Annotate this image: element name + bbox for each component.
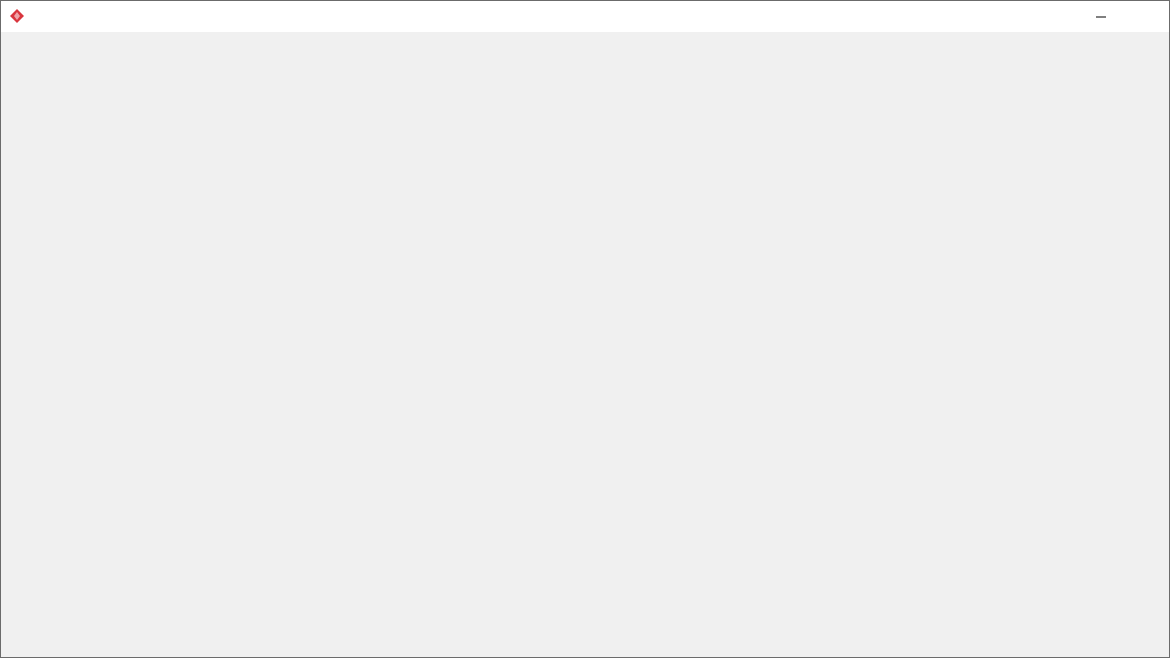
title-bar	[1, 1, 1169, 32]
app-window	[0, 0, 1170, 658]
visual-paradigm-logo-icon	[10, 9, 24, 23]
